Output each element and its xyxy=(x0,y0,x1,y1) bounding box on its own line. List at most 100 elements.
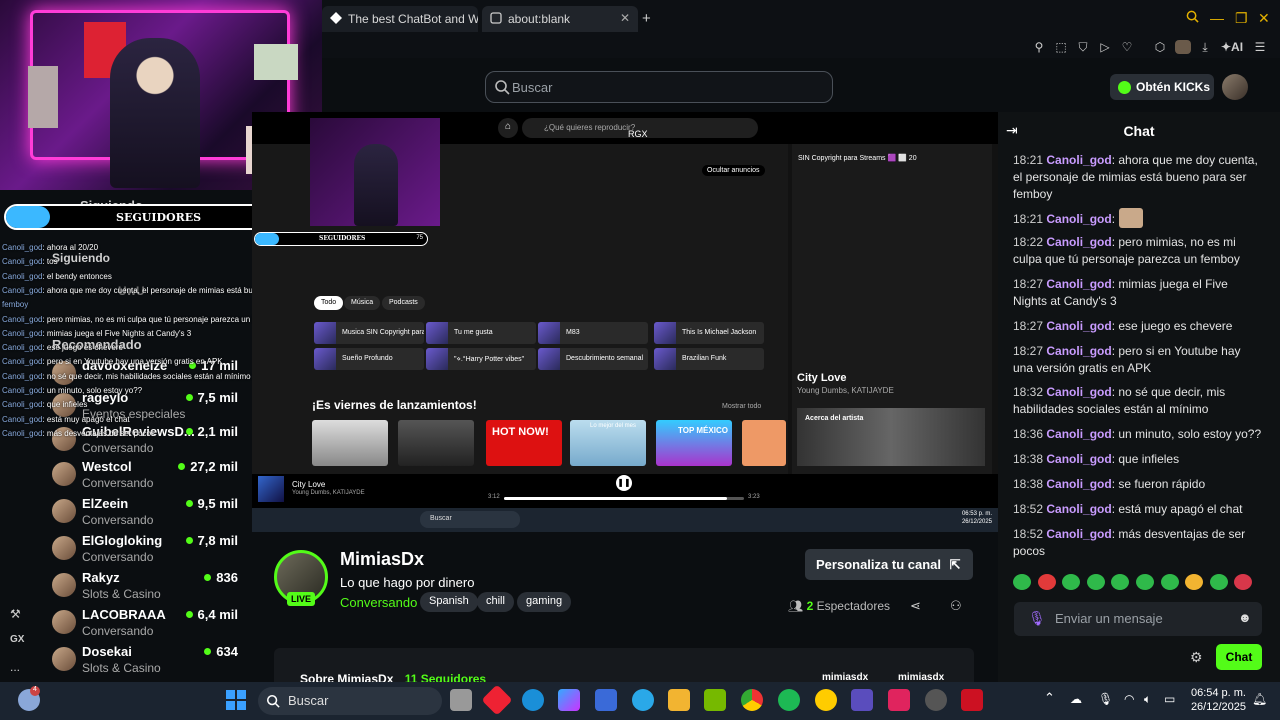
emote-icon[interactable] xyxy=(1111,574,1130,590)
chat-username[interactable]: Canoli_god xyxy=(1046,212,1111,226)
clock-date: 26/12/2025 xyxy=(1190,701,1246,713)
copilot-icon[interactable] xyxy=(558,689,580,711)
emote-icon[interactable] xyxy=(1013,574,1031,590)
close-window-icon[interactable]: ✕ xyxy=(1258,10,1270,27)
screenshot-icon[interactable]: ⬚ xyxy=(1053,40,1069,54)
more-icon[interactable]: ... xyxy=(10,660,20,674)
task-view-icon[interactable] xyxy=(450,689,472,711)
microphone-icon[interactable]: 🎙︎ xyxy=(1098,692,1113,706)
chat-username[interactable]: Canoli_god xyxy=(1046,153,1111,167)
menu-icon[interactable]: ☰ xyxy=(1252,40,1268,54)
play-icon[interactable]: ▷ xyxy=(1097,40,1113,54)
chat-timestamp: 18:36 xyxy=(1013,427,1044,441)
browser-tab-blank[interactable]: about:blank ✕ xyxy=(482,6,638,32)
chat-username[interactable]: Canoli_god xyxy=(1046,319,1111,333)
chat-send-button[interactable]: Chat xyxy=(1216,644,1262,670)
settings-gear-icon[interactable]: ⚙ xyxy=(1190,649,1203,666)
spotify-right-title: SIN Copyright para Streams 🟪 ⬜ 20 xyxy=(798,155,917,162)
search-tabs-icon[interactable] xyxy=(1186,10,1199,26)
share-icon[interactable]: ⋖ xyxy=(910,598,921,614)
sidebar-channel[interactable]: ElGlogloking Conversando 7,8 mil xyxy=(52,533,248,567)
release-tile-topmexico: TOP MÉXICO xyxy=(656,420,732,466)
notifications-icon[interactable]: 🔔︎ xyxy=(1252,692,1267,706)
chevron-up-icon[interactable]: ⌃ xyxy=(1044,690,1055,706)
album-art xyxy=(258,476,284,502)
cloud-icon[interactable]: ☁ xyxy=(1070,692,1082,706)
channel-category: Conversando xyxy=(82,550,154,564)
wifi-icon[interactable]: ◠ xyxy=(1124,692,1134,706)
emote-icon[interactable] xyxy=(1062,574,1081,590)
heart-icon[interactable]: ♡ xyxy=(1119,40,1135,54)
customize-channel-button[interactable]: Personaliza tu canal ⇱ xyxy=(805,549,973,580)
taskbar-clock[interactable]: 06:54 p. m. 26/12/2025 xyxy=(1190,686,1246,714)
chat-username[interactable]: Canoli_god xyxy=(1046,527,1111,541)
nvidia-icon[interactable] xyxy=(704,689,726,711)
emoji-icon[interactable]: ☻ xyxy=(1238,610,1252,625)
emote-icon[interactable] xyxy=(1037,574,1056,590)
store-icon[interactable] xyxy=(595,689,617,711)
chat-username[interactable]: Canoli_god xyxy=(1046,235,1111,249)
maximize-icon[interactable]: ❐ xyxy=(1235,10,1248,27)
stream-video[interactable]: ⌂ ¿Qué quieres reproducir? RGX Ocultar a… xyxy=(252,112,998,532)
browser-tab-chatbot[interactable]: The best ChatBot and Wi xyxy=(322,6,478,32)
ai-button[interactable]: ✦AI xyxy=(1218,40,1246,54)
mic-icon[interactable]: 🎙︎ xyxy=(1028,610,1046,627)
emote-icon[interactable] xyxy=(1135,574,1154,590)
shield-icon[interactable]: ⛉ xyxy=(1075,40,1091,54)
obs-icon[interactable] xyxy=(815,689,837,711)
tag-chill[interactable]: chill xyxy=(477,592,514,612)
sidebar-channel[interactable]: Rakyz Slots & Casino 836 xyxy=(52,570,248,604)
chat-username[interactable]: Canoli_god xyxy=(1046,344,1111,358)
edge-icon[interactable] xyxy=(522,689,544,711)
chat-username[interactable]: Canoli_god xyxy=(1046,427,1111,441)
windows-start-icon[interactable] xyxy=(226,690,246,710)
chat-username[interactable]: Canoli_god xyxy=(1046,385,1111,399)
tiktok-icon[interactable] xyxy=(888,689,910,711)
vegas-icon[interactable] xyxy=(851,689,873,711)
emote-icon[interactable] xyxy=(1185,574,1204,590)
following-title-2: Siguiendo xyxy=(52,251,110,265)
spotify-icon[interactable] xyxy=(778,689,800,711)
close-tab-icon[interactable]: ✕ xyxy=(620,11,630,25)
chat-username[interactable]: Canoli_god xyxy=(1046,452,1111,466)
emote-icon[interactable] xyxy=(1086,574,1105,590)
chat-username[interactable]: Canoli_god xyxy=(1046,502,1111,516)
get-kicks-button[interactable]: Obtén KICKs xyxy=(1110,74,1214,100)
download-icon[interactable]: ⤓ xyxy=(1197,40,1213,54)
sidebar-channel[interactable]: LACOBRAAA Conversando 6,4 mil xyxy=(52,607,248,641)
kick-logo-icon[interactable]: ⚒ xyxy=(10,607,21,621)
taskbar-search[interactable]: Buscar xyxy=(258,687,442,715)
whatsapp-icon[interactable] xyxy=(632,689,654,711)
chat-username[interactable]: Canoli_god xyxy=(1046,277,1111,291)
profile-icon[interactable] xyxy=(1175,40,1191,54)
extensions-icon[interactable]: ⬡ xyxy=(1152,40,1168,54)
chrome-icon[interactable] xyxy=(741,689,763,711)
streamer-name[interactable]: MimiasDx xyxy=(340,549,424,570)
emote-icon[interactable] xyxy=(1160,574,1179,590)
app-icon[interactable] xyxy=(925,689,947,711)
pin-icon[interactable]: ⚲ xyxy=(1031,40,1047,54)
minimize-icon[interactable]: — xyxy=(1210,10,1224,26)
add-user-icon[interactable]: ⚇ xyxy=(950,598,962,614)
battery-icon[interactable]: ▭ xyxy=(1164,692,1175,706)
tf-icon[interactable] xyxy=(961,689,983,711)
user-avatar[interactable] xyxy=(1222,74,1248,100)
chat-header: ⇥ Chat xyxy=(998,112,1280,148)
sidebar-channel[interactable]: ElZeein Conversando 9,5 mil xyxy=(52,496,248,530)
tag-gaming[interactable]: gaming xyxy=(517,592,572,612)
gx-icon[interactable]: GX xyxy=(10,634,24,645)
emote-icon[interactable] xyxy=(1234,574,1253,590)
volume-icon[interactable]: 🔈︎ xyxy=(1144,692,1151,707)
file-explorer-icon[interactable] xyxy=(668,689,690,711)
stream-category[interactable]: Conversando xyxy=(340,595,417,610)
tag-spanish[interactable]: Spanish xyxy=(420,592,478,612)
sidebar-channel[interactable]: Westcol Conversando 27,2 mil xyxy=(52,459,248,493)
chat-username[interactable]: Canoli_god xyxy=(1046,477,1111,491)
search-input[interactable]: Buscar xyxy=(485,71,833,103)
rgx-label: RGX xyxy=(628,129,648,139)
new-tab-button[interactable]: + xyxy=(642,10,651,27)
sidebar-channel[interactable]: Dosekai Slots & Casino 634 xyxy=(52,644,248,678)
emote-icon[interactable] xyxy=(1209,574,1228,590)
channel-category: Conversando xyxy=(82,476,154,490)
chat-input[interactable]: 🎙︎ Enviar un mensaje ☻ xyxy=(1014,602,1262,636)
